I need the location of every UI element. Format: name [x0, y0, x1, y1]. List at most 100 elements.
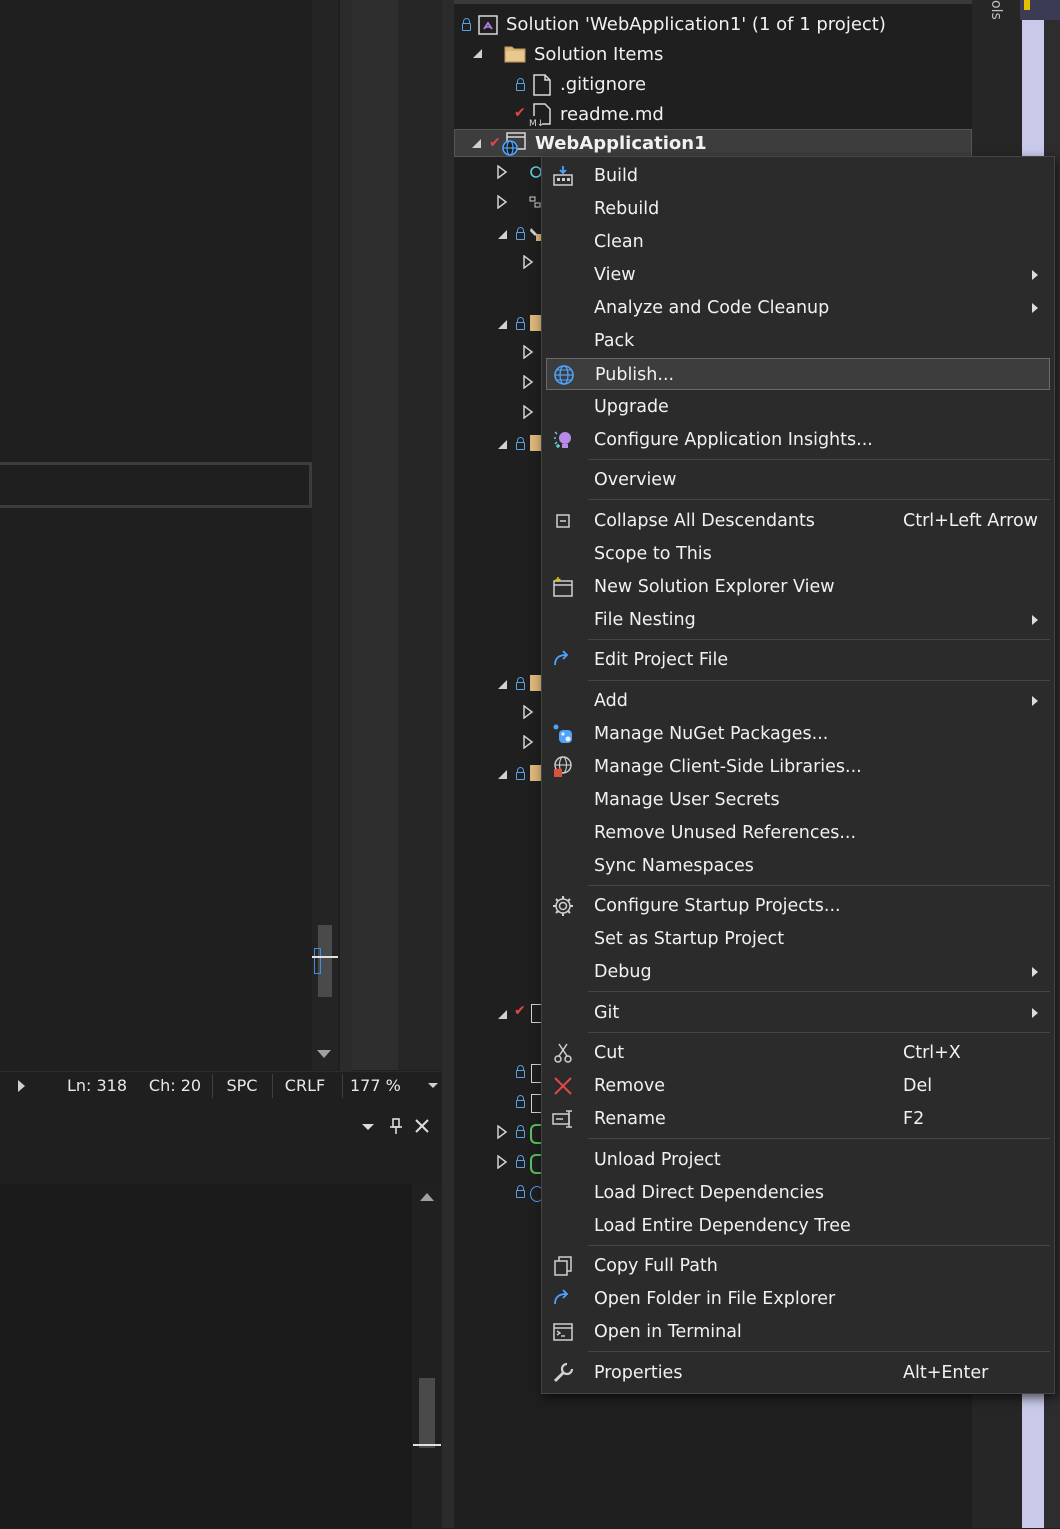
menu-item-open-folder[interactable]: Open Folder in File Explorer — [546, 1283, 1050, 1315]
column-number[interactable]: Ch: 20 — [142, 1072, 208, 1100]
collapsed-chevron-icon[interactable] — [496, 1155, 508, 1169]
tree-item-project-webapplication1[interactable]: ✔ WebApplication1 — [454, 129, 972, 157]
menu-item-new-se-view[interactable]: New Solution Explorer View — [546, 571, 1050, 603]
menu-item-build[interactable]: Build — [546, 160, 1050, 192]
collapsed-chevron-icon[interactable] — [522, 375, 534, 389]
tool-window-scrollbar[interactable] — [412, 1184, 442, 1528]
expanded-chevron-icon[interactable] — [496, 438, 508, 450]
menu-item-add[interactable]: Add — [546, 685, 1050, 717]
menu-item-pack[interactable]: Pack — [546, 325, 1050, 357]
expanded-chevron-icon[interactable] — [496, 318, 508, 330]
menu-item-file-nesting[interactable]: File Nesting — [546, 604, 1050, 636]
collapsed-chevron-icon[interactable] — [522, 255, 534, 269]
solution-label: Solution 'WebApplication1' (1 of 1 proje… — [506, 14, 886, 35]
scroll-up-arrow-icon[interactable] — [420, 1193, 434, 1201]
window-position-dropdown-icon[interactable] — [358, 1116, 378, 1136]
collapsed-chevron-icon[interactable] — [496, 195, 508, 209]
gitignore-label: .gitignore — [560, 74, 647, 95]
menu-item-open-terminal[interactable]: Open in Terminal — [546, 1316, 1050, 1348]
menu-item-load-direct-deps[interactable]: Load Direct Dependencies — [546, 1177, 1050, 1209]
collapsed-chevron-icon[interactable] — [522, 405, 534, 419]
menu-item-load-entire-tree[interactable]: Load Entire Dependency Tree — [546, 1210, 1050, 1242]
git-modified-check-icon: ✔ — [489, 135, 501, 151]
dependencies-icon — [529, 196, 541, 208]
close-icon[interactable] — [412, 1116, 432, 1136]
expanded-chevron-icon[interactable] — [496, 768, 508, 780]
solution-icon — [478, 15, 498, 35]
git-modified-check-icon: ✔ — [514, 105, 526, 121]
menu-item-properties[interactable]: Properties Alt+Enter — [546, 1357, 1050, 1389]
menu-item-sync-namespaces[interactable]: Sync Namespaces — [546, 850, 1050, 882]
expanded-chevron-icon[interactable] — [496, 678, 508, 690]
file-icon — [533, 74, 551, 96]
toolbox-tab[interactable]: ols — [986, 0, 1004, 30]
menu-item-clean[interactable]: Clean — [546, 226, 1050, 258]
menu-item-collapse-all[interactable]: Collapse All Descendants Ctrl+Left Arrow — [546, 505, 1050, 537]
menu-item-scope-to-this[interactable]: Scope to This — [546, 538, 1050, 570]
code-editor[interactable] — [0, 0, 310, 1070]
menu-item-manage-user-secrets[interactable]: Manage User Secrets — [546, 784, 1050, 816]
tree-item-solution-items[interactable]: Solution Items — [456, 40, 972, 70]
menu-item-unload-project[interactable]: Unload Project — [546, 1144, 1050, 1176]
menu-item-git[interactable]: Git — [546, 997, 1050, 1029]
shortcut-label: Ctrl+Left Arrow — [903, 511, 1038, 531]
zoom-level[interactable]: 177 % — [350, 1072, 410, 1100]
tool-window-scroll-thumb[interactable] — [419, 1378, 435, 1448]
menu-item-manage-client-libs[interactable]: Manage Client-Side Libraries... — [546, 751, 1050, 783]
menu-item-upgrade[interactable]: Upgrade — [546, 391, 1050, 423]
editor-find-box[interactable] — [0, 462, 312, 508]
minimap-scroll-track[interactable] — [398, 0, 442, 1070]
scroll-down-arrow-icon[interactable] — [317, 1050, 331, 1058]
expanded-chevron-icon[interactable] — [496, 228, 508, 240]
menu-item-cut[interactable]: Cut Ctrl+X — [546, 1037, 1050, 1069]
expanded-chevron-icon[interactable] — [470, 46, 484, 60]
notification-marker — [1024, 0, 1030, 10]
expanded-chevron-icon[interactable] — [496, 1008, 508, 1020]
collapsed-chevron-icon[interactable] — [496, 1125, 508, 1139]
menu-item-rename[interactable]: Rename F2 — [546, 1103, 1050, 1135]
tool-window-content[interactable] — [0, 1184, 412, 1528]
collapsed-chevron-icon[interactable] — [522, 735, 534, 749]
menu-item-set-startup[interactable]: Set as Startup Project — [546, 923, 1050, 955]
collapsed-chevron-icon[interactable] — [522, 705, 534, 719]
menu-item-view[interactable]: View — [546, 259, 1050, 291]
menu-item-edit-project-file[interactable]: Edit Project File — [546, 644, 1050, 676]
expanded-chevron-icon[interactable] — [469, 136, 483, 150]
navigate-right-icon[interactable] — [18, 1080, 25, 1092]
menu-item-rebuild[interactable]: Rebuild — [546, 193, 1050, 225]
client-libraries-icon — [554, 756, 572, 777]
menu-item-debug[interactable]: Debug — [546, 956, 1050, 988]
solution-explorer-splitter[interactable] — [442, 0, 454, 1528]
editor-vertical-scrollbar[interactable] — [312, 0, 338, 1070]
menu-separator — [588, 885, 1050, 886]
git-modified-check-icon: ✔ — [514, 1003, 526, 1019]
minimap[interactable] — [352, 0, 398, 1070]
line-number[interactable]: Ln: 318 — [62, 1072, 132, 1100]
line-ending[interactable]: CRLF — [274, 1072, 336, 1100]
redirect-arrow-icon — [554, 1289, 569, 1305]
whitespace-mode[interactable]: SPC — [214, 1072, 270, 1100]
menu-item-analyze[interactable]: Analyze and Code Cleanup — [546, 292, 1050, 324]
collapsed-chevron-icon[interactable] — [522, 345, 534, 359]
pin-icon[interactable] — [386, 1116, 406, 1136]
menu-item-remove-unused-refs[interactable]: Remove Unused References... — [546, 817, 1050, 849]
menu-item-configure-startup[interactable]: Configure Startup Projects... — [546, 890, 1050, 922]
gear-icon — [553, 896, 573, 916]
solution-items-label: Solution Items — [534, 44, 664, 65]
menu-item-app-insights[interactable]: Configure Application Insights... — [546, 424, 1050, 456]
tree-item-solution[interactable]: Solution 'WebApplication1' (1 of 1 proje… — [456, 10, 972, 40]
menu-item-publish[interactable]: Publish... — [546, 358, 1050, 390]
menu-item-remove[interactable]: Remove Del — [546, 1070, 1050, 1102]
lock-icon — [516, 677, 525, 690]
menu-item-copy-full-path[interactable]: Copy Full Path — [546, 1250, 1050, 1282]
tree-item-gitignore[interactable]: .gitignore — [456, 70, 972, 100]
zoom-dropdown-icon[interactable] — [428, 1083, 438, 1088]
status-separator — [342, 1074, 343, 1098]
tree-item-readme[interactable]: ✔ M↓ readme.md — [456, 100, 972, 130]
collapsed-chevron-icon[interactable] — [496, 165, 508, 179]
shortcut-label: Del — [903, 1076, 933, 1096]
submenu-arrow-icon — [1032, 615, 1038, 625]
menu-item-manage-nuget[interactable]: Manage NuGet Packages... — [546, 718, 1050, 750]
menu-item-overview[interactable]: Overview — [546, 464, 1050, 496]
submenu-arrow-icon — [1032, 1008, 1038, 1018]
